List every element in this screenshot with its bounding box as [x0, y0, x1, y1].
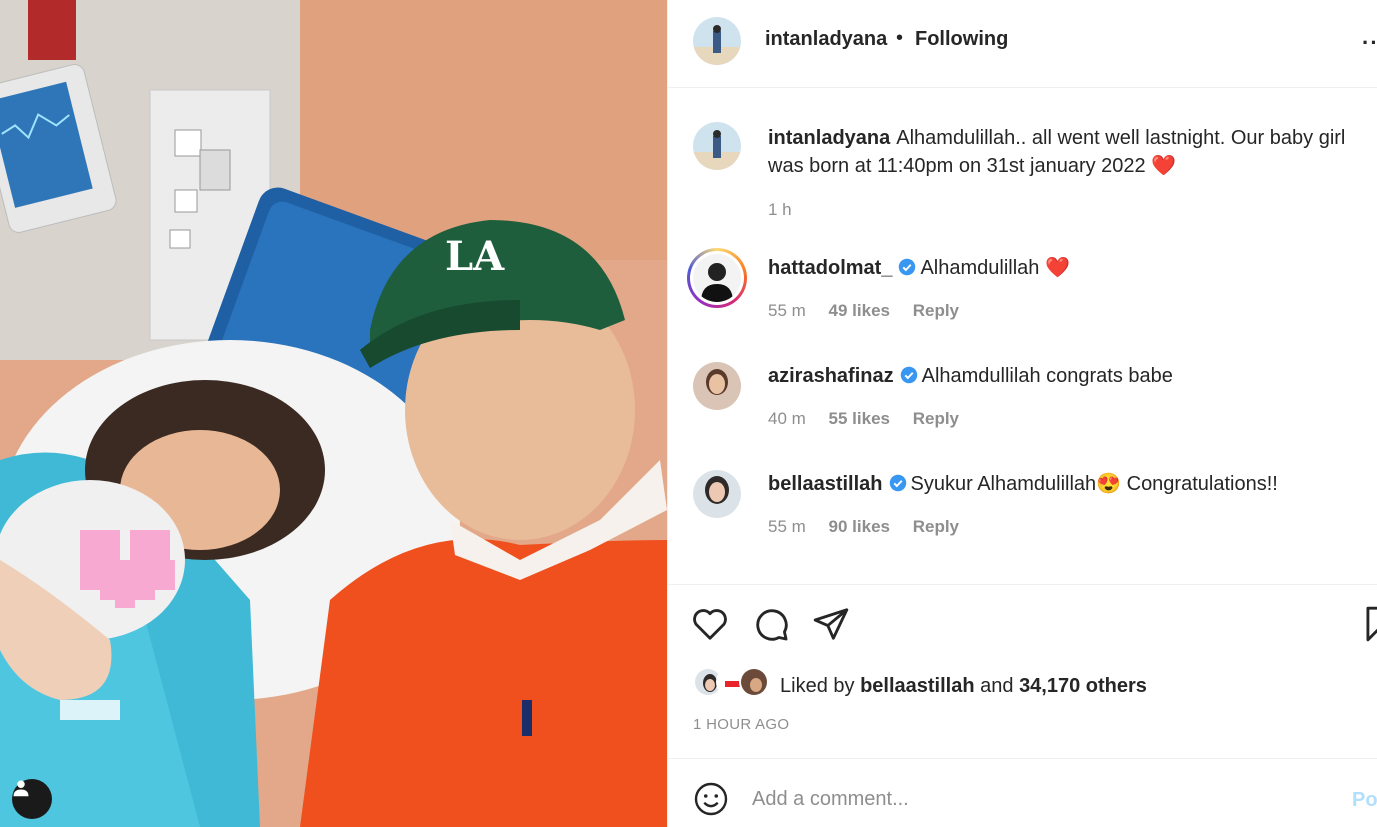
svg-text:LA: LA	[445, 233, 505, 280]
emoji-icon[interactable]	[693, 781, 729, 817]
heart-icon[interactable]	[691, 605, 729, 643]
verified-icon	[900, 366, 917, 384]
caption-username[interactable]: intanladyana	[768, 127, 890, 149]
commenter-username[interactable]: azirashafinaz	[768, 365, 894, 387]
comment-text-after: Congratulations!!	[1121, 473, 1278, 495]
commenter-avatar[interactable]	[693, 254, 741, 302]
photo-illustration: LA	[0, 0, 667, 827]
bookmark-icon[interactable]	[1360, 605, 1377, 643]
comment-emoji: ❤️	[1045, 257, 1070, 279]
post-detail-panel: intanladyana • Following ·· intanladyana…	[667, 0, 1377, 827]
comment-time[interactable]: 55 m	[768, 517, 806, 536]
post-photo[interactable]: LA	[0, 0, 667, 827]
user-tag-icon	[13, 780, 29, 797]
share-icon[interactable]	[812, 605, 850, 643]
liker-avatar[interactable]	[739, 667, 769, 697]
liked-by-prefix: Liked by	[780, 675, 855, 697]
tagged-users-button[interactable]	[12, 779, 52, 819]
post-timestamp[interactable]: 1 HOUR AGO	[693, 716, 789, 733]
commenter-avatar[interactable]	[693, 362, 741, 410]
comment-icon[interactable]	[752, 605, 790, 643]
verified-icon	[899, 258, 916, 276]
comment-item: hattadolmat_ Alhamdulillah ❤️ 55 m 49 lik…	[668, 248, 1377, 362]
comment-time[interactable]: 55 m	[768, 301, 806, 320]
commenter-username[interactable]: hattadolmat_	[768, 257, 892, 279]
separator-dot: •	[896, 27, 904, 49]
caption-timestamp[interactable]: 1 h	[768, 200, 792, 220]
liked-by-text: Liked by bellaastillah and 34,170 others	[780, 675, 1147, 698]
commenter-avatar[interactable]	[693, 470, 741, 518]
comments-list[interactable]: intanladyana Alhamdulillah.. all went wel…	[668, 89, 1377, 583]
comment-text: Alhamdulillah	[920, 257, 1040, 279]
verified-icon	[889, 474, 906, 492]
author-username[interactable]: intanladyana	[765, 28, 887, 51]
post-header: intanladyana • Following ··	[668, 0, 1377, 88]
comment-input[interactable]	[752, 779, 1332, 819]
comment-text: Alhamdullilah congrats babe	[921, 365, 1173, 387]
liked-by-others[interactable]: 34,170 others	[1019, 675, 1147, 697]
comment-item: bellaastillah Syukur Alhamdulillah😍 Congr…	[668, 470, 1377, 578]
more-options-button[interactable]: ··	[1362, 30, 1377, 56]
liked-by-mid: and	[980, 675, 1014, 697]
post-caption: intanladyana Alhamdulillah.. all went wel…	[768, 124, 1377, 180]
author-avatar[interactable]	[693, 17, 741, 65]
reply-button[interactable]: Reply	[913, 301, 959, 320]
comment-time[interactable]: 40 m	[768, 409, 806, 428]
comment-text: Syukur Alhamdulillah	[910, 473, 1097, 495]
caption-emoji: ❤️	[1151, 155, 1177, 177]
caption-author-avatar[interactable]	[693, 122, 741, 170]
comment-likes[interactable]: 55 likes	[829, 409, 890, 428]
following-button[interactable]: Following	[915, 28, 1008, 51]
commenter-username[interactable]: bellaastillah	[768, 473, 883, 495]
reply-button[interactable]: Reply	[913, 409, 959, 428]
add-comment-bar: Po	[668, 758, 1377, 827]
liked-by-user[interactable]: bellaastillah	[860, 675, 975, 697]
comment-item: azirashafinaz Alhamdullilah congrats babe…	[668, 362, 1377, 470]
comment-likes[interactable]: 49 likes	[829, 301, 890, 320]
post-actions: Liked by bellaastillah and 34,170 others…	[668, 584, 1377, 758]
reply-button[interactable]: Reply	[913, 517, 959, 536]
comment-emoji: 😍	[1096, 473, 1122, 495]
post-comment-button[interactable]: Po	[1352, 789, 1377, 812]
comment-likes[interactable]: 90 likes	[829, 517, 890, 536]
